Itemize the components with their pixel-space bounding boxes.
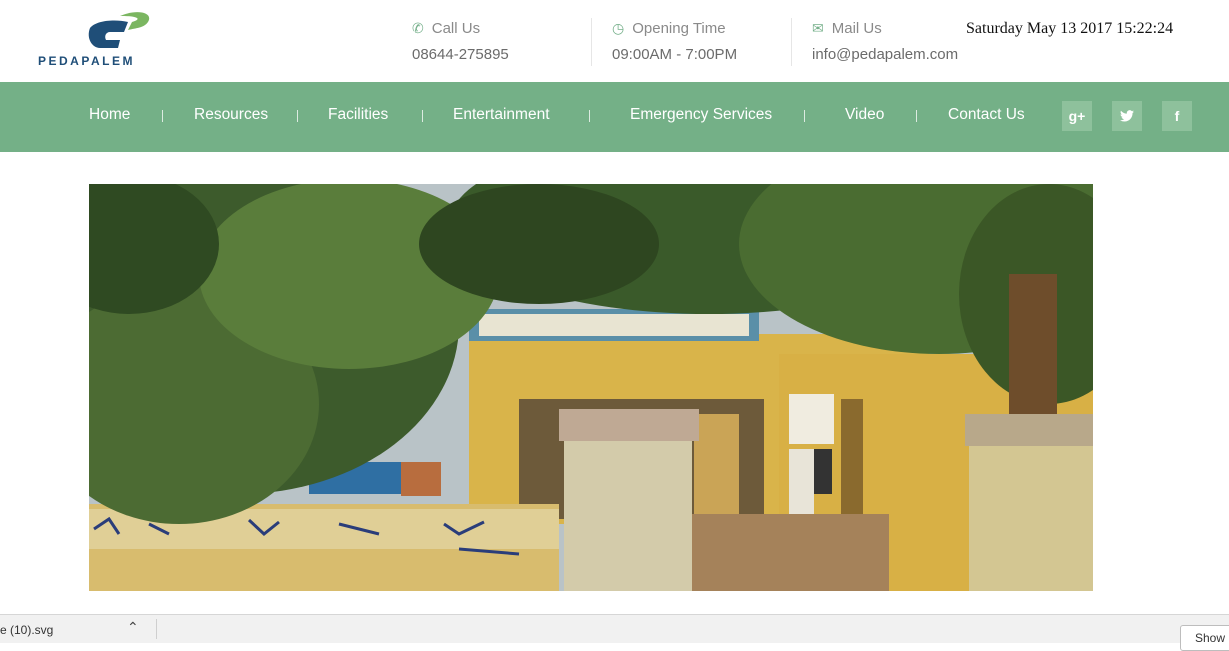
chevron-up-icon[interactable]: ⌃ <box>127 619 139 636</box>
download-bar: e (10).svg ⌃ Show <box>0 614 1229 651</box>
nav-item-emergency-services[interactable]: Emergency Services <box>630 82 772 152</box>
download-bar-divider <box>156 619 157 639</box>
nav-separator <box>804 110 805 122</box>
call-us-number[interactable]: 08644-275895 <box>412 46 509 63</box>
header-divider <box>791 18 792 66</box>
mail-us-label: Mail Us <box>831 20 882 37</box>
opening-time-label-row: ◷ Opening Time <box>612 20 737 37</box>
header-divider <box>591 18 592 66</box>
nav-item-video[interactable]: Video <box>845 82 884 152</box>
nav-separator <box>162 110 163 122</box>
mail-us-label-row: ✉ Mail Us <box>812 20 958 37</box>
nav-item-facilities[interactable]: Facilities <box>328 82 388 152</box>
call-us-label-row: ✆ Call Us <box>412 20 509 37</box>
current-datetime: Saturday May 13 2017 15:22:24 <box>966 20 1174 37</box>
clock-icon: ◷ <box>612 20 625 36</box>
village-office-photo <box>89 184 1093 591</box>
nav-separator <box>916 110 917 122</box>
google-plus-icon[interactable]: g+ <box>1062 101 1092 131</box>
download-file-name[interactable]: e (10).svg <box>0 623 53 637</box>
main-nav: Home Resources Facilities Entertainment … <box>0 82 1229 152</box>
mail-icon: ✉ <box>812 20 824 36</box>
nav-separator <box>422 110 423 122</box>
opening-time-block: ◷ Opening Time 09:00AM - 7:00PM <box>612 20 737 63</box>
nav-separator <box>297 110 298 122</box>
nav-item-entertainment[interactable]: Entertainment <box>453 82 550 152</box>
twitter-bird-icon <box>1120 110 1134 122</box>
nav-item-resources[interactable]: Resources <box>194 82 268 152</box>
site-header: PEDAPALEM ✆ Call Us 08644-275895 ◷ Openi… <box>0 0 1229 82</box>
nav-item-contact-us[interactable]: Contact Us <box>948 82 1025 152</box>
show-all-button[interactable]: Show <box>1180 625 1229 651</box>
opening-time-label: Opening Time <box>632 20 726 37</box>
twitter-icon[interactable] <box>1112 101 1142 131</box>
hero-photo <box>89 184 1093 591</box>
call-us-label: Call Us <box>431 20 481 37</box>
logo-wordmark: PEDAPALEM <box>38 54 135 68</box>
call-us-block: ✆ Call Us 08644-275895 <box>412 20 509 63</box>
nav-separator <box>589 110 590 122</box>
opening-time-value: 09:00AM - 7:00PM <box>612 46 738 63</box>
mail-us-block: ✉ Mail Us info@pedapalem.com <box>812 20 958 63</box>
facebook-icon[interactable]: f <box>1162 101 1192 131</box>
mail-us-address[interactable]: info@pedapalem.com <box>812 46 958 63</box>
nav-item-home[interactable]: Home <box>89 82 130 152</box>
phone-icon: ✆ <box>412 20 424 36</box>
